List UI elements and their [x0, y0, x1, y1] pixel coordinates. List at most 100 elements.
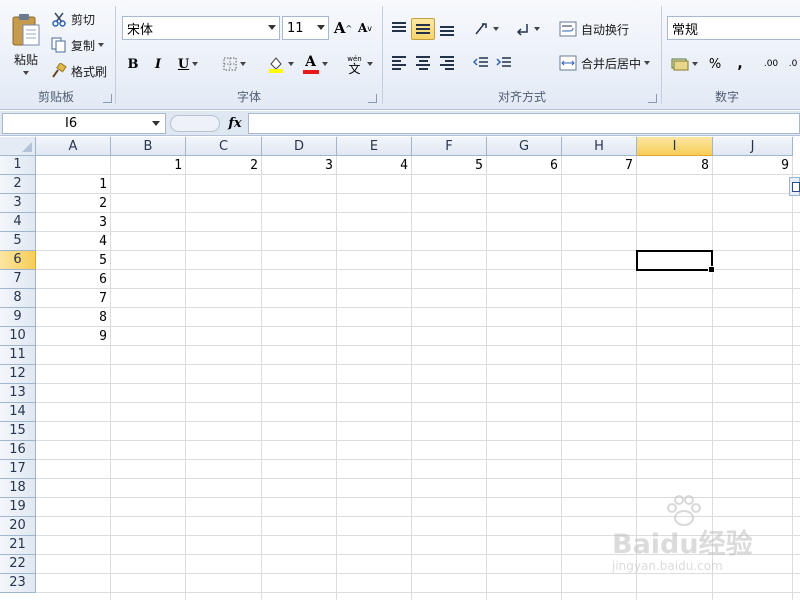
fill-color-button[interactable]	[263, 52, 297, 76]
increase-decimal-button[interactable]: .00	[760, 52, 782, 76]
cell-a4[interactable]: 3	[36, 213, 110, 232]
name-box[interactable]: I6	[2, 113, 166, 134]
row-header-10[interactable]: 10	[0, 327, 36, 346]
cell-f1[interactable]: 5	[412, 156, 486, 175]
row-header-16[interactable]: 16	[0, 441, 36, 460]
paste-button[interactable]: 粘贴	[6, 6, 46, 82]
row-header-7[interactable]: 7	[0, 270, 36, 289]
borders-button[interactable]	[218, 52, 250, 76]
row-header-2[interactable]: 2	[0, 175, 36, 194]
formula-bar-splitter[interactable]	[170, 115, 220, 132]
align-left-button[interactable]	[388, 52, 410, 74]
row-header-14[interactable]: 14	[0, 403, 36, 422]
row-header-21[interactable]: 21	[0, 536, 36, 555]
formula-input[interactable]	[248, 113, 800, 134]
percent-button[interactable]: %	[704, 52, 726, 76]
align-right-button[interactable]	[436, 52, 458, 74]
active-cell-selection[interactable]	[636, 250, 715, 273]
cell-c1[interactable]: 2	[186, 156, 261, 175]
cell-a9[interactable]: 8	[36, 308, 110, 327]
cell-h1[interactable]: 7	[562, 156, 636, 175]
row-header-11[interactable]: 11	[0, 346, 36, 365]
font-name-combo[interactable]: 宋体	[122, 16, 280, 40]
cell-a3[interactable]: 2	[36, 194, 110, 213]
cell-a10[interactable]: 9	[36, 327, 110, 346]
row-header-22[interactable]: 22	[0, 555, 36, 574]
row-header-17[interactable]: 17	[0, 460, 36, 479]
bold-button[interactable]: B	[122, 52, 144, 76]
gridline	[36, 421, 800, 422]
column-header-b[interactable]: B	[111, 137, 186, 156]
cell-j1[interactable]: 9	[713, 156, 792, 175]
cell-i1[interactable]: 8	[637, 156, 712, 175]
row-header-3[interactable]: 3	[0, 194, 36, 213]
clipboard-icon	[12, 14, 40, 46]
copy-button[interactable]: 复制	[50, 34, 110, 56]
grow-font-button[interactable]: A ^	[333, 16, 353, 40]
shrink-font-button[interactable]: Av	[355, 16, 375, 40]
column-header-i[interactable]: I	[637, 137, 713, 156]
underline-button[interactable]: U	[172, 52, 204, 76]
row-header-23[interactable]: 23	[0, 574, 36, 593]
column-header-j[interactable]: J	[713, 137, 793, 156]
merge-center-button[interactable]: 合并后居中	[558, 51, 656, 75]
row-header-1[interactable]: 1	[0, 156, 36, 175]
row-header-8[interactable]: 8	[0, 289, 36, 308]
gridline	[110, 156, 111, 600]
column-header-d[interactable]: D	[262, 137, 337, 156]
row-header-9[interactable]: 9	[0, 308, 36, 327]
cell-a7[interactable]: 6	[36, 270, 110, 289]
cell-e1[interactable]: 4	[337, 156, 411, 175]
orientation-button[interactable]	[470, 18, 502, 40]
format-painter-button[interactable]: 格式刷	[50, 60, 112, 82]
cell-g1[interactable]: 6	[487, 156, 561, 175]
row-header-15[interactable]: 15	[0, 422, 36, 441]
column-header-f[interactable]: F	[412, 137, 487, 156]
wrap-text-button[interactable]: 自动换行	[558, 17, 636, 41]
accounting-format-button[interactable]	[667, 52, 701, 76]
decrease-indent-button[interactable]	[470, 52, 492, 74]
phonetic-button[interactable]: wén 文	[342, 52, 376, 76]
alignment-dialog-launcher-icon[interactable]	[648, 94, 657, 103]
select-all-button[interactable]	[0, 137, 36, 156]
row-header-4[interactable]: 4	[0, 213, 36, 232]
row-header-13[interactable]: 13	[0, 384, 36, 403]
number-format-combo[interactable]: 常规	[667, 16, 800, 40]
align-center-button[interactable]	[412, 52, 434, 74]
cut-button[interactable]: 剪切	[50, 8, 102, 30]
gridline	[36, 497, 800, 498]
cell-b1[interactable]: 1	[111, 156, 185, 175]
column-header-c[interactable]: C	[186, 137, 262, 156]
paste-options-icon[interactable]	[789, 177, 800, 196]
column-header-a[interactable]: A	[36, 137, 111, 156]
align-bottom-button[interactable]	[436, 18, 458, 40]
insert-function-button[interactable]: fx	[225, 113, 245, 134]
cell-a8[interactable]: 7	[36, 289, 110, 308]
font-color-button[interactable]: A	[298, 52, 332, 76]
cell-a6[interactable]: 5	[36, 251, 110, 270]
column-header-h[interactable]: H	[562, 137, 637, 156]
row-header-12[interactable]: 12	[0, 365, 36, 384]
font-size-combo[interactable]: 11	[282, 16, 329, 40]
align-middle-button[interactable]	[411, 18, 435, 40]
row-header-6[interactable]: 6	[0, 251, 36, 270]
increase-indent-button[interactable]	[493, 52, 515, 74]
row-header-20[interactable]: 20	[0, 517, 36, 536]
italic-button[interactable]: I	[147, 52, 169, 76]
column-header-g[interactable]: G	[487, 137, 562, 156]
decrease-decimal-button[interactable]: .0	[785, 52, 800, 76]
font-dialog-launcher-icon[interactable]	[368, 94, 377, 103]
row-header-19[interactable]: 19	[0, 498, 36, 517]
gridline	[36, 212, 800, 213]
comma-button[interactable]: ,	[729, 52, 751, 76]
cell-a2[interactable]: 1	[36, 175, 110, 194]
row-header-5[interactable]: 5	[0, 232, 36, 251]
spreadsheet-grid[interactable]: A B C D E F G H I J 1 2 3 4 5 6 7 8 9 10 11 12 13 14 15 16 17 18 19 2…	[0, 137, 800, 600]
row-header-18[interactable]: 18	[0, 479, 36, 498]
clipboard-dialog-launcher-icon[interactable]	[103, 94, 112, 103]
column-header-e[interactable]: E	[337, 137, 412, 156]
align-top-button[interactable]	[388, 18, 410, 40]
cell-a5[interactable]: 4	[36, 232, 110, 251]
wrap-text-direction-button[interactable]	[512, 18, 542, 40]
cell-d1[interactable]: 3	[262, 156, 336, 175]
